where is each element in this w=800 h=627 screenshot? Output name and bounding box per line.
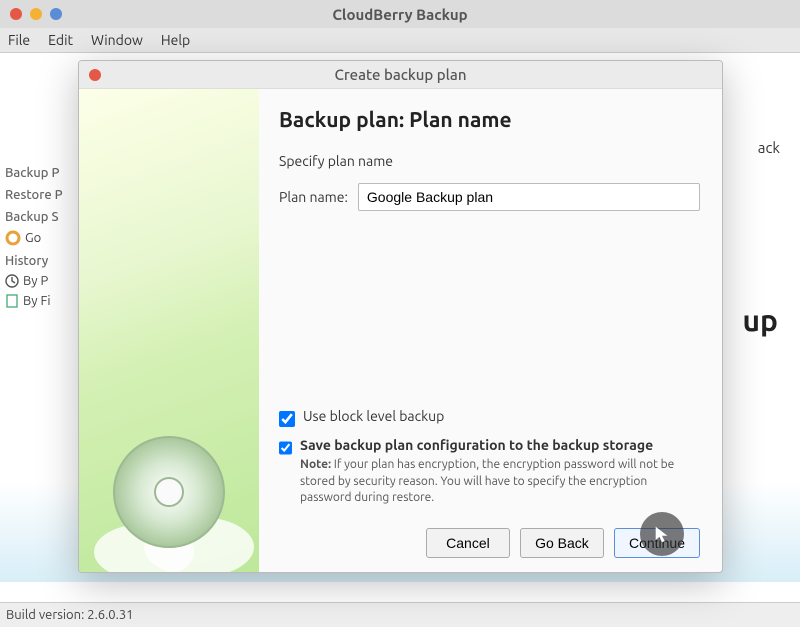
plan-name-label: Plan name:	[279, 189, 348, 205]
dialog-heading: Backup plan: Plan name	[279, 107, 700, 131]
save-config-note: Note: If your plan has encryption, the e…	[300, 457, 700, 506]
menubar: File Edit Window Help	[0, 28, 800, 53]
google-icon	[5, 230, 21, 246]
window-title: CloudBerry Backup	[0, 6, 800, 23]
clock-icon	[5, 274, 19, 288]
note-body: If your plan has encryption, the encrypt…	[300, 458, 674, 503]
specify-plan-name-label: Specify plan name	[279, 153, 700, 169]
sidebar-item-label: Go	[25, 231, 41, 245]
menu-help[interactable]: Help	[161, 32, 190, 48]
menu-edit[interactable]: Edit	[48, 32, 73, 48]
window-titlebar: CloudBerry Backup	[0, 0, 800, 28]
menu-window[interactable]: Window	[91, 32, 143, 48]
partial-text-up: up	[742, 303, 778, 337]
go-back-button[interactable]: Go Back	[520, 528, 604, 558]
dialog-sidebar-graphic	[79, 89, 259, 572]
disc-icon	[109, 432, 229, 552]
use-block-level-label: Use block level backup	[303, 408, 444, 424]
dialog-button-row: Cancel Go Back Continue	[279, 528, 700, 558]
plan-name-input[interactable]	[358, 183, 700, 211]
menu-file[interactable]: File	[8, 32, 30, 48]
statusbar: Build version: 2.6.0.31	[0, 602, 800, 627]
dialog-content: Backup plan: Plan name Specify plan name…	[259, 89, 722, 572]
save-config-label: Save backup plan configuration to the ba…	[300, 437, 653, 453]
save-config-checkbox[interactable]	[279, 440, 292, 456]
dialog-titlebar: Create backup plan	[79, 61, 722, 89]
partial-text-back: ack	[758, 139, 780, 156]
build-version: Build version: 2.6.0.31	[6, 608, 134, 622]
continue-button[interactable]: Continue	[614, 528, 700, 558]
dialog-title: Create backup plan	[334, 66, 466, 83]
file-icon	[5, 294, 19, 308]
create-backup-plan-dialog: Create backup plan Backup plan: Plan nam…	[78, 60, 723, 573]
cancel-button[interactable]: Cancel	[426, 528, 510, 558]
use-block-level-checkbox[interactable]	[279, 411, 295, 427]
dialog-close-dot[interactable]	[89, 69, 101, 81]
note-prefix: Note:	[300, 458, 331, 471]
sidebar-item-label: By P	[23, 274, 48, 288]
sidebar-item-label: By Fi	[23, 294, 50, 308]
